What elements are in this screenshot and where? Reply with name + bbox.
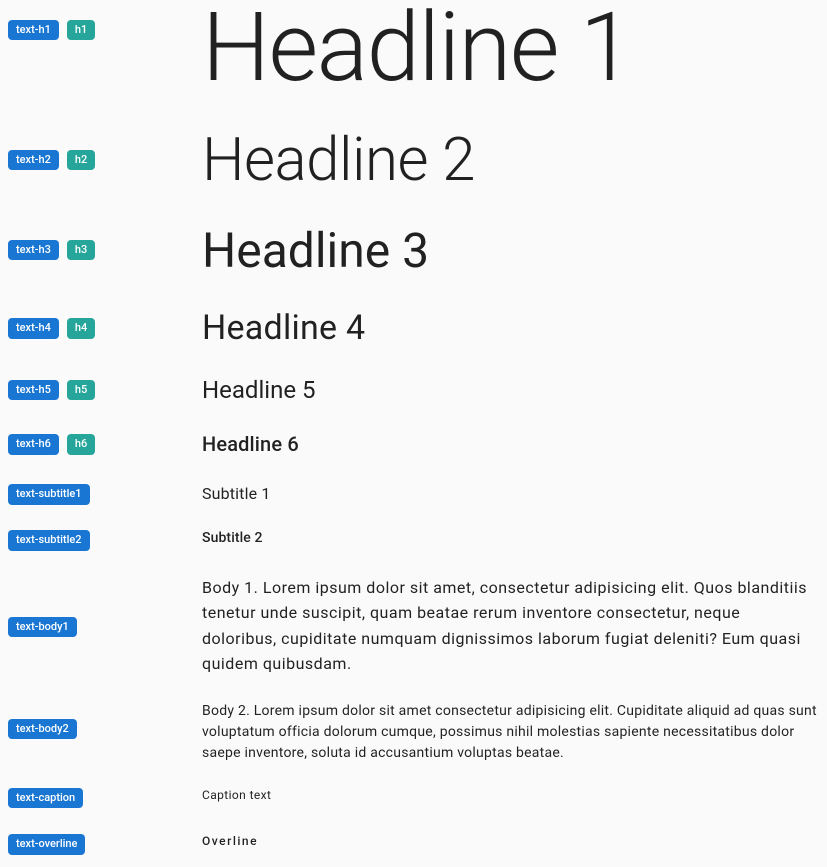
sample-text-body2: Body 2. Lorem ipsum dolor sit amet conse… — [202, 701, 819, 764]
tag-group: text-overline — [8, 832, 202, 854]
element-tag: h6 — [67, 434, 95, 454]
sample-text-h4: Headline 4 — [202, 308, 819, 349]
element-tag: h3 — [67, 240, 95, 260]
element-tag: h1 — [67, 20, 95, 40]
sample-text-overline: Overline — [202, 832, 819, 850]
typography-row-subtitle1: text-subtitle1 Subtitle 1 — [0, 470, 827, 518]
sample-text-h1: Headline 1 — [202, 0, 819, 96]
typography-row-h4: text-h4 h4 Headline 4 — [0, 294, 827, 363]
class-tag: text-h4 — [8, 318, 59, 338]
class-tag: text-h5 — [8, 380, 59, 400]
sample-text-h3: Headline 3 — [202, 226, 819, 276]
class-tag: text-h1 — [8, 20, 59, 40]
class-tag: text-subtitle1 — [8, 484, 90, 504]
sample-text-subtitle2: Subtitle 2 — [202, 528, 819, 549]
typography-row-subtitle2: text-subtitle2 Subtitle 2 — [0, 518, 827, 560]
tag-group: text-body1 — [8, 575, 202, 637]
tag-group: text-h6 h6 — [8, 430, 202, 454]
typography-row-h5: text-h5 h5 Headline 5 — [0, 363, 827, 418]
tag-group: text-subtitle2 — [8, 528, 202, 550]
tag-group: text-h4 h4 — [8, 308, 202, 338]
tag-group: text-h3 h3 — [8, 226, 202, 260]
typography-row-caption: text-caption Caption text — [0, 774, 827, 820]
class-tag: text-subtitle2 — [8, 530, 90, 550]
tag-group: text-caption — [8, 786, 202, 808]
class-tag: text-caption — [8, 788, 83, 808]
class-tag: text-h3 — [8, 240, 59, 260]
class-tag: text-h2 — [8, 150, 59, 170]
sample-text-body1: Body 1. Lorem ipsum dolor sit amet, cons… — [202, 575, 819, 677]
typography-row-h3: text-h3 h3 Headline 3 — [0, 208, 827, 294]
typography-row-h1: text-h1 h1 Headline 1 — [0, 0, 827, 106]
tag-group: text-h5 h5 — [8, 375, 202, 400]
element-tag: h4 — [67, 318, 95, 338]
tag-group: text-body2 — [8, 701, 202, 739]
typography-row-body1: text-body1 Body 1. Lorem ipsum dolor sit… — [0, 561, 827, 691]
tag-group: text-subtitle1 — [8, 482, 202, 504]
element-tag: h5 — [67, 380, 95, 400]
element-tag: h2 — [67, 150, 95, 170]
class-tag: text-body1 — [8, 617, 77, 637]
class-tag: text-overline — [8, 834, 85, 854]
class-tag: text-h6 — [8, 434, 59, 454]
sample-text-caption: Caption text — [202, 786, 819, 804]
class-tag: text-body2 — [8, 719, 77, 739]
sample-text-h5: Headline 5 — [202, 375, 819, 406]
sample-text-subtitle1: Subtitle 1 — [202, 482, 819, 506]
sample-text-h6: Headline 6 — [202, 430, 819, 458]
typography-row-h2: text-h2 h2 Headline 2 — [0, 106, 827, 208]
tag-group: text-h2 h2 — [8, 130, 202, 170]
typography-row-h6: text-h6 h6 Headline 6 — [0, 418, 827, 470]
sample-text-h2: Headline 2 — [202, 130, 819, 190]
typography-row-overline: text-overline Overline — [0, 820, 827, 866]
typography-row-body2: text-body2 Body 2. Lorem ipsum dolor sit… — [0, 691, 827, 774]
tag-group: text-h1 h1 — [8, 0, 202, 40]
